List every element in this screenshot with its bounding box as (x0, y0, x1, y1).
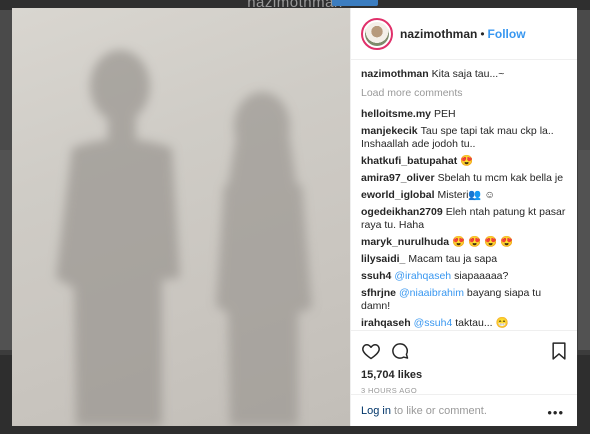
like-count[interactable]: 15,704 likes (361, 369, 568, 381)
comment-text: 😍 (460, 155, 474, 167)
background-profile-title: nazimothman (247, 0, 343, 11)
header-username[interactable]: nazimothman (400, 27, 477, 41)
comment-text: PEH (434, 108, 456, 120)
heart-icon[interactable] (361, 341, 381, 361)
login-prompt: Log in to like or comment. ••• (351, 394, 577, 426)
header-dot-separator: • (480, 26, 485, 41)
right-shadow-figure (216, 92, 312, 426)
background-thumbnail (578, 150, 590, 350)
comment-username[interactable]: sfhrjne (361, 287, 396, 299)
comment-mention[interactable]: @irahqaseh (394, 270, 451, 282)
comment-text: siapaaaaa? (454, 270, 509, 282)
action-icons (361, 339, 568, 363)
comment-item: amira97_oliver Sbelah tu mcm kak bella je (361, 172, 566, 185)
avatar-image (365, 21, 389, 46)
comment-username[interactable]: lilysaidi_ (361, 253, 405, 265)
comment-text: Macam tau ja sapa (408, 253, 498, 265)
comment-item: eworld_iglobal Misteri👥 ☺ (361, 189, 566, 202)
comment-item: helloitsme.my PEH (361, 108, 566, 121)
comment-username[interactable]: amira97_oliver (361, 172, 435, 184)
comment-text: 😍 😍 😍 😍 (452, 236, 514, 248)
load-more-comments-link[interactable]: Load more comments (361, 87, 566, 100)
login-link[interactable]: Log in (361, 405, 391, 417)
comment-username[interactable]: eworld_iglobal (361, 189, 435, 201)
background-follow-button (332, 0, 378, 6)
caption-username[interactable]: nazimothman (361, 68, 429, 80)
comment-username[interactable]: maryk_nurulhuda (361, 236, 449, 248)
shadow-silhouettes (56, 50, 312, 426)
follow-button[interactable]: Follow (488, 27, 526, 41)
comment-item: maryk_nurulhuda 😍 😍 😍 😍 (361, 236, 566, 249)
comment-username[interactable]: ssuh4 (361, 270, 391, 282)
comment-item: ssuh4 @irahqaseh siapaaaaa? (361, 270, 566, 283)
comment-username[interactable]: irahqaseh (361, 317, 411, 329)
post-photo[interactable] (12, 8, 350, 426)
comment-item: sfhrjne @niaaibrahim bayang siapa tu damn… (361, 287, 566, 313)
comment-icon[interactable] (390, 341, 410, 361)
comment-item: khatkufi_batupahat 😍 (361, 155, 566, 168)
comment-username[interactable]: manjekecik (361, 125, 418, 137)
post-modal: nazimothman • Follow nazimothman Kita saj… (12, 8, 577, 426)
comment-item: ogedeikhan2709 Eleh ntah patung kt pasar … (361, 206, 566, 232)
comment-text: taktau... 😁 (455, 317, 509, 329)
comment-text: Sbelah tu mcm kak bella je (437, 172, 564, 184)
comment-username[interactable]: helloitsme.my (361, 108, 431, 120)
comment-mention[interactable]: @ssuh4 (414, 317, 453, 329)
avatar[interactable] (361, 17, 393, 50)
comment-item: lilysaidi_ Macam tau ja sapa (361, 253, 566, 266)
post-sidebar: nazimothman • Follow nazimothman Kita saj… (350, 8, 577, 426)
comment-username[interactable]: ogedeikhan2709 (361, 206, 443, 218)
post-header: nazimothman • Follow (351, 8, 577, 60)
post-caption: nazimothman Kita saja tau...~ (361, 68, 566, 81)
left-shadow-figure (56, 50, 180, 426)
login-suffix-text: to like or comment. (393, 404, 487, 417)
more-options-icon[interactable]: ••• (547, 405, 564, 420)
comments-list[interactable]: nazimothman Kita saja tau...~ Load more c… (351, 68, 577, 330)
bookmark-icon[interactable] (550, 341, 568, 361)
caption-text: Kita saja tau...~ (431, 68, 505, 80)
comment-item: irahqaseh @ssuh4 taktau... 😁 (361, 317, 566, 330)
background-thumbnail (0, 150, 12, 350)
comment-mention[interactable]: @niaaibrahim (399, 287, 464, 299)
comment-text: Misteri👥 ☺ (437, 189, 496, 201)
comment-username[interactable]: khatkufi_batupahat (361, 155, 457, 167)
comment-item: manjekecik Tau spe tapi tak mau ckp la.. … (361, 125, 566, 151)
